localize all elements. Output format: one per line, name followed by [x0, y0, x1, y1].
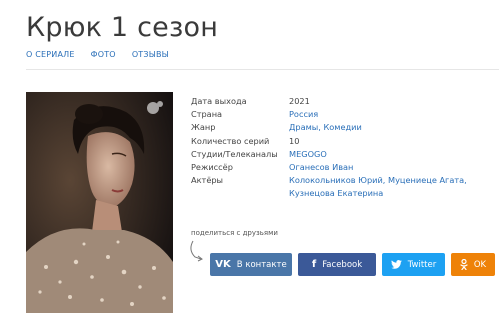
info-value-link[interactable]: Оганесов Иван [289, 161, 496, 174]
curved-arrow-icon [190, 240, 203, 262]
info-label: Жанр [191, 122, 216, 133]
tab-photo[interactable]: ФОТО [91, 50, 116, 59]
info-label: Дата выхода [191, 96, 247, 106]
share-ok-button[interactable]: OK [451, 253, 495, 276]
share-button-label: OK [473, 259, 487, 270]
facebook-icon: f [311, 259, 317, 270]
info-label: Актёры [191, 175, 224, 186]
share-vk-button[interactable]: VK В контакте [210, 253, 292, 276]
poster-illustration [26, 92, 173, 313]
share-button-label: В контакте [236, 259, 287, 270]
info-value: 10 [289, 135, 300, 146]
page-title: Крюк 1 сезон [26, 12, 219, 43]
info-row-genre: Жанр Драмы, Комедии [191, 121, 496, 134]
divider [26, 69, 499, 70]
vk-icon: VK [215, 259, 231, 270]
info-row-release: Дата выхода 2021 [191, 95, 496, 108]
info-row-episodes: Количество серий 10 [191, 135, 496, 148]
info-row-actors: Актёры Колокольников Юрий, Муцениеце Ага… [191, 174, 496, 200]
tab-about[interactable]: О СЕРИАЛЕ [26, 50, 75, 59]
series-info: Дата выхода 2021 Страна Россия Жанр Драм… [191, 95, 496, 201]
info-row-director: Режиссёр Оганесов Иван [191, 161, 496, 174]
poster-image[interactable] [26, 92, 173, 313]
twitter-icon [390, 260, 402, 269]
tab-reviews[interactable]: ОТЗЫВЫ [132, 50, 169, 59]
odnoklassniki-icon [460, 259, 468, 270]
share-facebook-button[interactable]: f Facebook [298, 253, 376, 276]
info-value-link[interactable]: Колокольников Юрий, Муцениеце Агата, Куз… [289, 174, 496, 200]
info-label: Страна [191, 109, 223, 120]
info-value: 2021 [289, 96, 310, 106]
info-label: Студии/Телеканалы [191, 148, 278, 159]
share-button-label: Twitter [407, 259, 437, 270]
info-value-link[interactable]: MEGOGO [289, 148, 496, 161]
share-button-label: Facebook [322, 259, 363, 270]
share-twitter-button[interactable]: Twitter [382, 253, 445, 276]
share-buttons: VK В контакте f Facebook Twitter OK [210, 253, 495, 276]
info-row-studio: Студии/Телеканалы MEGOGO [191, 148, 496, 161]
info-label: Количество серий [191, 135, 270, 146]
info-value-link[interactable]: Россия [289, 108, 496, 121]
info-label: Режиссёр [191, 162, 233, 173]
info-value-link[interactable]: Драмы, Комедии [289, 121, 496, 134]
info-row-country: Страна Россия [191, 108, 496, 121]
tab-nav: О СЕРИАЛЕ ФОТО ОТЗЫВЫ [26, 50, 169, 59]
share-label: поделиться с друзьями [191, 229, 278, 237]
